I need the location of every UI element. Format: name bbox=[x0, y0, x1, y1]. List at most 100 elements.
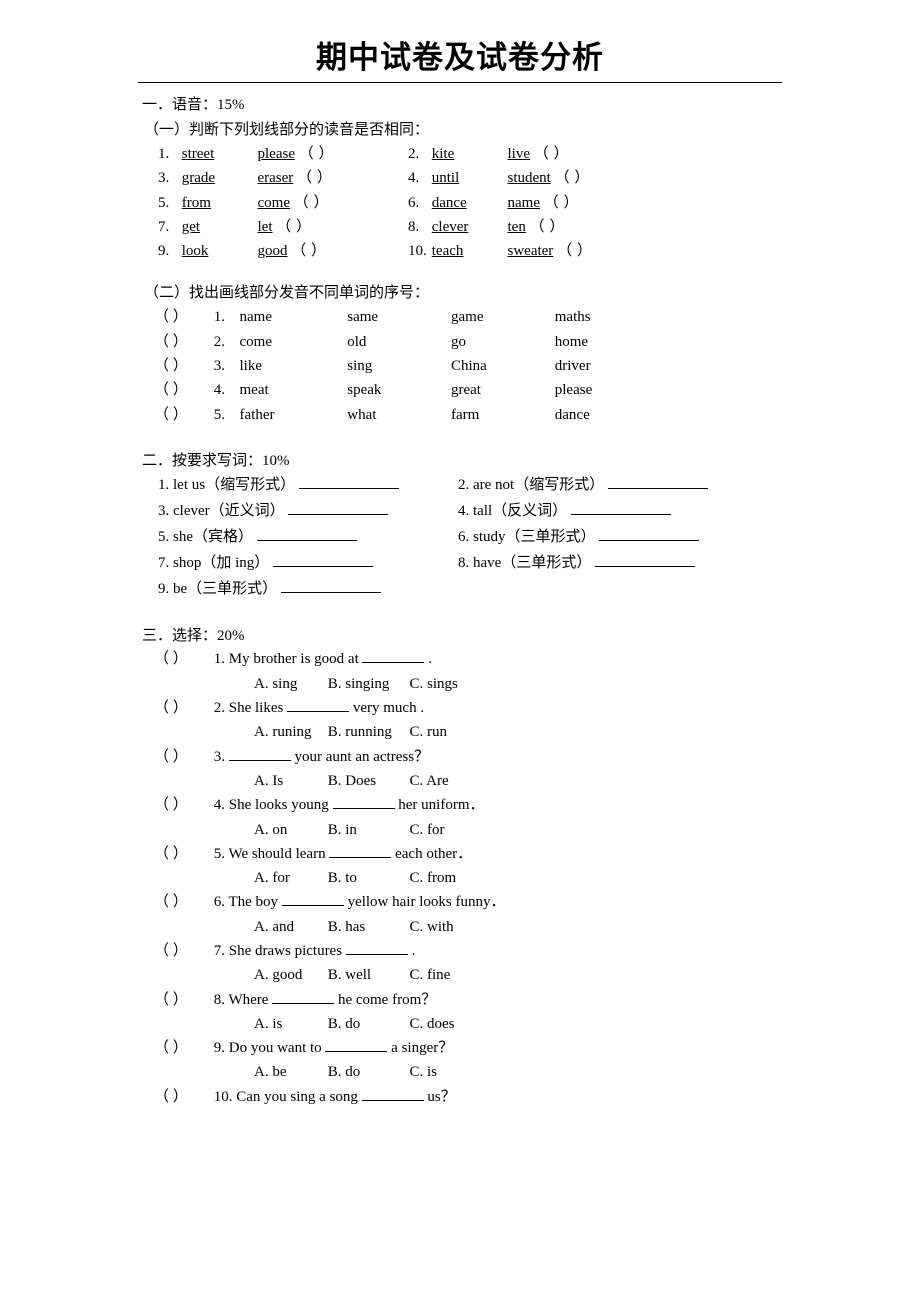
pair-row: 9. look good （ ） 10. teach sweater （ ） bbox=[158, 239, 780, 263]
choice-row: （ ） 5. father what farm dance bbox=[154, 403, 780, 427]
pair-answer-paren[interactable]: （ ） bbox=[530, 219, 565, 235]
option-c[interactable]: C. from bbox=[410, 866, 457, 890]
answer-paren[interactable]: （ ） bbox=[154, 305, 210, 329]
option-b[interactable]: B. do bbox=[328, 1012, 406, 1036]
choice-option-c[interactable]: China bbox=[451, 354, 551, 378]
question-number: 10. bbox=[213, 1088, 233, 1105]
answer-paren[interactable]: （ ） bbox=[154, 842, 210, 866]
answer-paren[interactable]: （ ） bbox=[154, 354, 210, 378]
answer-blank[interactable] bbox=[599, 526, 700, 542]
pair-answer-paren[interactable]: （ ） bbox=[276, 219, 311, 235]
option-c[interactable]: C. for bbox=[410, 818, 445, 842]
answer-paren[interactable]: （ ） bbox=[154, 1036, 210, 1060]
option-b[interactable]: B. Does bbox=[328, 769, 406, 793]
option-a[interactable]: A. on bbox=[254, 818, 324, 842]
option-a[interactable]: A. runing bbox=[254, 720, 324, 744]
pair-answer-paren[interactable]: （ ） bbox=[294, 195, 329, 211]
pair-answer-paren[interactable]: （ ） bbox=[291, 243, 326, 259]
answer-blank[interactable] bbox=[281, 891, 344, 907]
answer-blank[interactable] bbox=[298, 474, 399, 489]
choice-option-d[interactable]: maths bbox=[555, 305, 591, 329]
option-b[interactable]: B. to bbox=[328, 866, 406, 890]
pair-answer-paren[interactable]: （ ） bbox=[555, 170, 590, 186]
choice-option-a[interactable]: like bbox=[240, 354, 344, 378]
question-text-a: Can you sing a song bbox=[236, 1088, 358, 1105]
answer-paren[interactable]: （ ） bbox=[154, 793, 210, 817]
option-b[interactable]: B. singing bbox=[328, 672, 406, 696]
pair-answer-paren[interactable]: （ ） bbox=[557, 243, 592, 259]
pair-answer-paren[interactable]: （ ） bbox=[297, 170, 332, 186]
pair-answer-paren[interactable]: （ ） bbox=[544, 195, 579, 211]
answer-paren[interactable]: （ ） bbox=[154, 403, 210, 427]
answer-blank[interactable] bbox=[272, 988, 335, 1004]
choice-option-b[interactable]: what bbox=[347, 403, 447, 427]
answer-blank[interactable] bbox=[273, 552, 374, 568]
option-a[interactable]: A. Is bbox=[254, 769, 324, 793]
option-c[interactable]: C. Are bbox=[410, 769, 449, 793]
answer-blank[interactable] bbox=[332, 794, 395, 810]
choice-option-c[interactable]: game bbox=[451, 305, 551, 329]
pair-word-b: please bbox=[257, 146, 295, 162]
option-c[interactable]: C. fine bbox=[410, 963, 451, 987]
answer-paren[interactable]: （ ） bbox=[154, 378, 210, 402]
choice-option-a[interactable]: father bbox=[240, 403, 344, 427]
answer-paren[interactable]: （ ） bbox=[154, 988, 210, 1012]
option-c[interactable]: C. with bbox=[410, 915, 454, 939]
choice-option-a[interactable]: meat bbox=[240, 378, 344, 402]
answer-paren[interactable]: （ ） bbox=[154, 696, 210, 720]
answer-blank[interactable] bbox=[228, 745, 291, 761]
answer-blank[interactable] bbox=[595, 552, 696, 568]
option-a[interactable]: A. be bbox=[254, 1060, 324, 1084]
choice-option-b[interactable]: speak bbox=[347, 378, 447, 402]
choice-option-c[interactable]: farm bbox=[451, 403, 551, 427]
answer-blank[interactable] bbox=[325, 1037, 388, 1053]
choice-option-c[interactable]: great bbox=[451, 378, 551, 402]
answer-blank[interactable] bbox=[256, 526, 357, 542]
answer-paren[interactable]: （ ） bbox=[154, 745, 210, 769]
choice-option-a[interactable]: name bbox=[240, 305, 344, 329]
answer-blank[interactable] bbox=[570, 500, 671, 516]
answer-blank[interactable] bbox=[361, 1086, 424, 1101]
option-a[interactable]: A. and bbox=[254, 915, 324, 939]
option-b[interactable]: B. running bbox=[328, 720, 406, 744]
choice-option-d[interactable]: dance bbox=[555, 403, 590, 427]
option-b[interactable]: B. has bbox=[328, 915, 406, 939]
answer-blank[interactable] bbox=[362, 648, 425, 664]
choice-option-d[interactable]: please bbox=[555, 378, 592, 402]
word-form-prompt: 4. tall（反义词） bbox=[458, 503, 568, 520]
choice-option-d[interactable]: driver bbox=[555, 354, 591, 378]
mcq-options: A. is B. do C. does bbox=[154, 1012, 780, 1036]
option-b[interactable]: B. in bbox=[328, 818, 406, 842]
pair-answer-paren[interactable]: （ ） bbox=[534, 146, 569, 162]
answer-blank[interactable] bbox=[280, 578, 381, 594]
answer-blank[interactable] bbox=[288, 500, 389, 516]
option-c[interactable]: C. sings bbox=[410, 672, 458, 696]
word-form-prompt: 1. let us（缩写形式） bbox=[158, 476, 296, 493]
option-c[interactable]: C. does bbox=[410, 1012, 455, 1036]
choice-option-b[interactable]: old bbox=[347, 330, 447, 354]
option-c[interactable]: C. is bbox=[410, 1060, 438, 1084]
choice-option-b[interactable]: sing bbox=[347, 354, 447, 378]
option-a[interactable]: A. sing bbox=[254, 672, 324, 696]
answer-paren[interactable]: （ ） bbox=[154, 647, 210, 671]
answer-paren[interactable]: （ ） bbox=[154, 890, 210, 914]
answer-paren[interactable]: （ ） bbox=[154, 330, 210, 354]
answer-blank[interactable] bbox=[607, 474, 708, 489]
answer-paren[interactable]: （ ） bbox=[154, 939, 210, 963]
choice-option-a[interactable]: come bbox=[240, 330, 344, 354]
option-b[interactable]: B. well bbox=[328, 963, 406, 987]
choice-option-d[interactable]: home bbox=[555, 330, 588, 354]
answer-blank[interactable] bbox=[329, 843, 392, 858]
choice-row: （ ） 2. come old go home bbox=[154, 330, 780, 354]
choice-option-c[interactable]: go bbox=[451, 330, 551, 354]
choice-option-b[interactable]: same bbox=[347, 305, 447, 329]
answer-blank[interactable] bbox=[287, 697, 350, 713]
answer-blank[interactable] bbox=[345, 940, 408, 955]
option-a[interactable]: A. is bbox=[254, 1012, 324, 1036]
answer-paren[interactable]: （ ） bbox=[154, 1085, 210, 1109]
pair-answer-paren[interactable]: （ ） bbox=[299, 146, 334, 162]
option-a[interactable]: A. for bbox=[254, 866, 324, 890]
option-a[interactable]: A. good bbox=[254, 963, 324, 987]
option-b[interactable]: B. do bbox=[328, 1060, 406, 1084]
option-c[interactable]: C. run bbox=[410, 720, 448, 744]
